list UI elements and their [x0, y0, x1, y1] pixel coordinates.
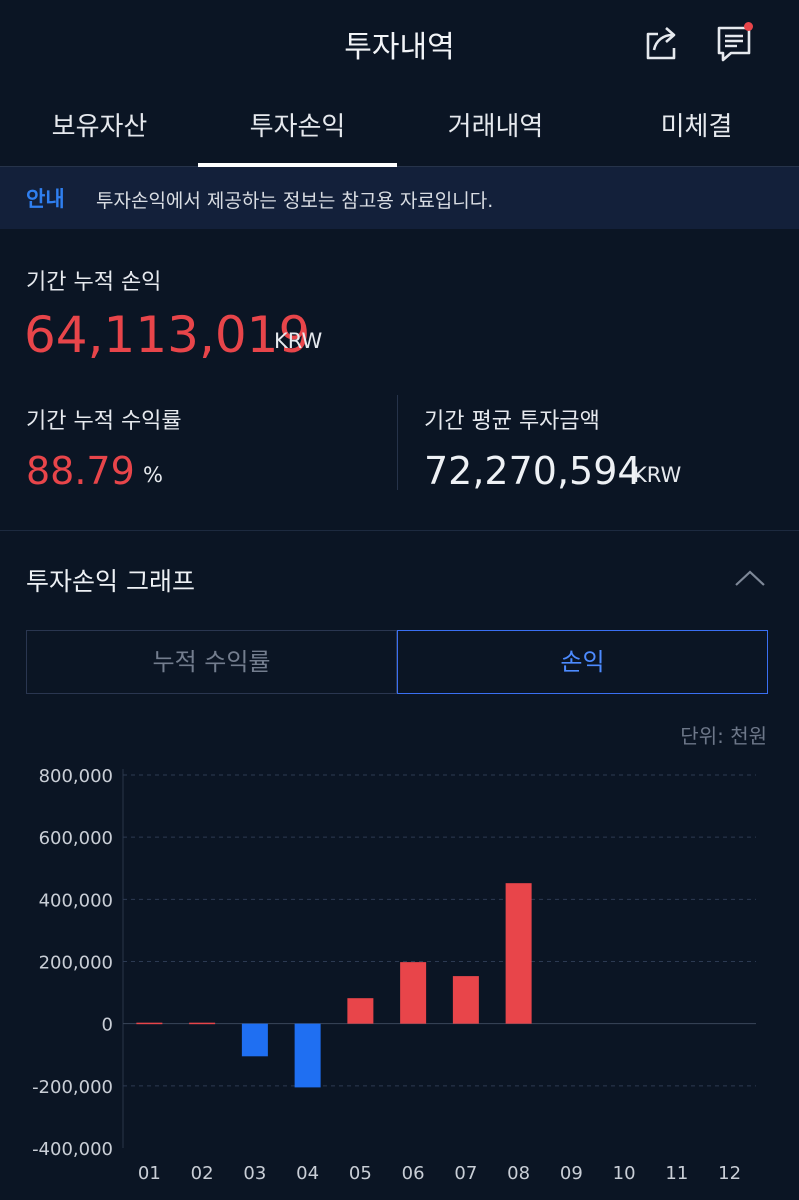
notification-dot	[744, 22, 753, 31]
tab-holdings[interactable]: 보유자산	[0, 90, 199, 166]
tab-investment-pnl[interactable]: 투자손익	[198, 90, 397, 167]
cumulative-return-unit: %	[143, 463, 163, 487]
x-tick-label: 11	[665, 1163, 688, 1184]
y-tick-label: 600,000	[39, 828, 113, 849]
avg-investment-unit: KRW	[633, 463, 682, 487]
notice-banner: 안내 투자손익에서 제공하는 정보는 참고용 자료입니다.	[0, 167, 799, 229]
notice-button[interactable]	[713, 20, 757, 64]
share-icon	[646, 27, 676, 60]
x-tick-label: 02	[191, 1163, 214, 1184]
collapse-button[interactable]	[734, 568, 766, 588]
notice-label: 안내	[26, 187, 65, 211]
x-tick-label: 07	[454, 1163, 477, 1184]
section-divider	[0, 530, 799, 531]
cumulative-return-value: 88.79	[26, 449, 135, 493]
avg-investment-label: 기간 평균 투자금액	[424, 409, 600, 434]
tab-unfilled-orders[interactable]: 미체결	[597, 90, 796, 166]
cumulative-return-label: 기간 누적 수익률	[26, 409, 182, 434]
chart-unit-note: 단위: 천원	[680, 724, 767, 748]
bar-01	[136, 1022, 163, 1025]
x-tick-label: 12	[718, 1163, 741, 1184]
bar-02	[189, 1022, 216, 1025]
bar-04	[294, 1023, 321, 1088]
pnl-bar-chart: 800,000 600,000 400,000 200,000 0 -200,000 -40…	[32, 766, 756, 1184]
x-tick-label: 06	[402, 1163, 425, 1184]
x-tick-label: 05	[349, 1163, 372, 1184]
y-tick-label: -400,000	[32, 1139, 113, 1160]
app-header: 투자내역	[0, 0, 799, 88]
x-tick-label: 10	[613, 1163, 636, 1184]
y-tick-label: -200,000	[32, 1077, 113, 1098]
x-tick-label: 03	[243, 1163, 266, 1184]
summary-divider	[397, 395, 398, 490]
cumulative-pnl-label: 기간 누적 손익	[26, 270, 162, 295]
chevron-up-icon	[735, 570, 765, 586]
x-tick-label: 09	[560, 1163, 583, 1184]
y-tick-label: 0	[102, 1015, 113, 1036]
bar-07	[452, 976, 479, 1024]
toggle-cumulative-return[interactable]: 누적 수익률	[26, 630, 397, 694]
x-tick-label: 01	[138, 1163, 161, 1184]
y-tick-label: 400,000	[39, 890, 113, 911]
share-button[interactable]	[640, 20, 684, 64]
tab-bar: 보유자산 투자손익 거래내역 미체결	[0, 90, 799, 167]
cumulative-pnl-value: 64,113,019	[24, 306, 311, 364]
bar-06	[400, 962, 427, 1024]
bar-05	[347, 998, 374, 1024]
y-tick-label: 200,000	[39, 953, 113, 974]
x-tick-label: 04	[296, 1163, 319, 1184]
avg-investment-value: 72,270,594	[424, 449, 642, 493]
cumulative-pnl-unit: KRW	[274, 329, 323, 353]
bar-08	[505, 883, 532, 1024]
y-tick-label: 800,000	[39, 766, 113, 787]
graph-title: 투자손익 그래프	[26, 567, 195, 596]
bar-03	[241, 1023, 268, 1057]
notice-text: 투자손익에서 제공하는 정보는 참고용 자료입니다.	[96, 190, 494, 212]
tab-transactions[interactable]: 거래내역	[396, 90, 595, 166]
x-tick-label: 08	[507, 1163, 530, 1184]
toggle-pnl[interactable]: 손익	[397, 630, 768, 694]
